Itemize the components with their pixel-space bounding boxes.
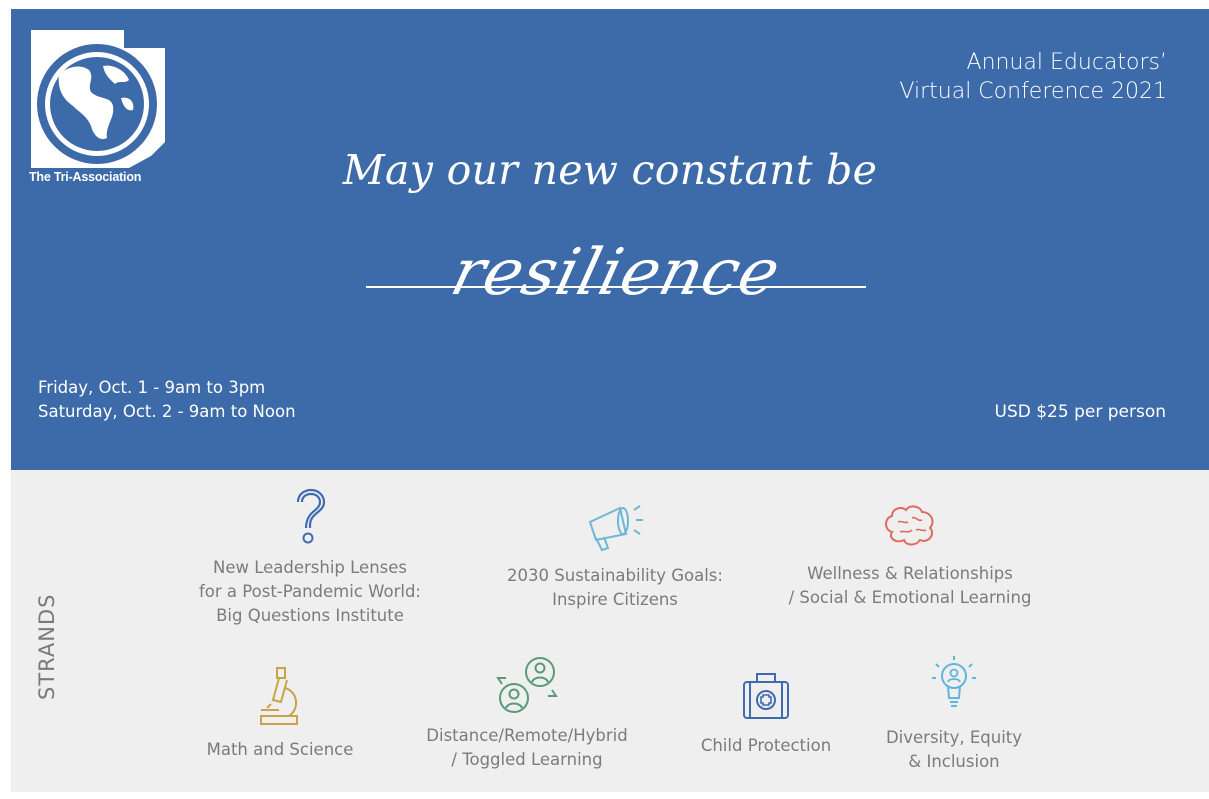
strand-label: Wellness & Relationships	[807, 564, 1013, 583]
strand-label: Distance/Remote/Hybrid	[426, 726, 628, 745]
strand-label: Diversity, Equity	[885, 728, 1023, 747]
strand-label: / Social & Emotional Learning	[788, 588, 1032, 607]
strand-diversity: Diversity, Equity & Inclusion	[862, 654, 1046, 774]
strand-label: New Leadership Lenses	[212, 558, 408, 577]
strand-label: / Toggled Learning	[451, 750, 603, 769]
megaphone-icon	[588, 505, 643, 552]
lightbulb-person-icon	[932, 656, 976, 707]
globe-logo-icon	[31, 30, 165, 168]
strand-label: Big Questions Institute	[216, 606, 404, 625]
conference-title-line: Virtual Conference 2021	[899, 79, 1167, 104]
first-aid-kit-icon	[743, 673, 789, 719]
conference-title-line: Annual Educators’	[966, 50, 1167, 75]
strand-label: Child Protection	[700, 736, 832, 755]
logo-text: The Tri-Association	[29, 170, 142, 184]
conference-title: Annual Educators’ Virtual Conference 202…	[899, 48, 1167, 106]
strand-child-protection: Child Protection	[676, 672, 856, 758]
question-mark-icon	[296, 488, 326, 544]
microscope-icon	[260, 667, 298, 725]
strand-label: 2030 Sustainability Goals:	[507, 566, 723, 585]
tagline: May our new constant be	[342, 146, 878, 194]
strands-heading: STRANDS	[35, 593, 59, 700]
strand-label: Math and Science	[206, 740, 354, 759]
price: USD $25 per person	[994, 402, 1167, 422]
strand-sustainability: 2030 Sustainability Goals: Inspire Citiz…	[470, 500, 760, 612]
strand-distance-learning: Distance/Remote/Hybrid / Toggled Learnin…	[398, 654, 656, 772]
date-line: Saturday, Oct. 2 - 9am to Noon	[38, 402, 296, 421]
strand-wellness: Wellness & Relationships / Social & Emot…	[760, 502, 1060, 610]
strand-label: for a Post-Pandemic World:	[199, 582, 421, 601]
strand-math-science: Math and Science	[180, 666, 380, 762]
brain-icon	[885, 505, 934, 546]
strand-label: & Inclusion	[908, 752, 1000, 771]
strand-leadership: New Leadership Lenses for a Post-Pandemi…	[160, 488, 460, 628]
event-dates: Friday, Oct. 1 - 9am to 3pm Saturday, Oc…	[38, 376, 296, 424]
strand-label: Inspire Citizens	[552, 590, 678, 609]
date-line: Friday, Oct. 1 - 9am to 3pm	[38, 378, 266, 397]
highlight-word: resilience	[366, 218, 866, 328]
highlight-text: resilience	[444, 236, 788, 310]
people-exchange-icon	[496, 657, 558, 713]
